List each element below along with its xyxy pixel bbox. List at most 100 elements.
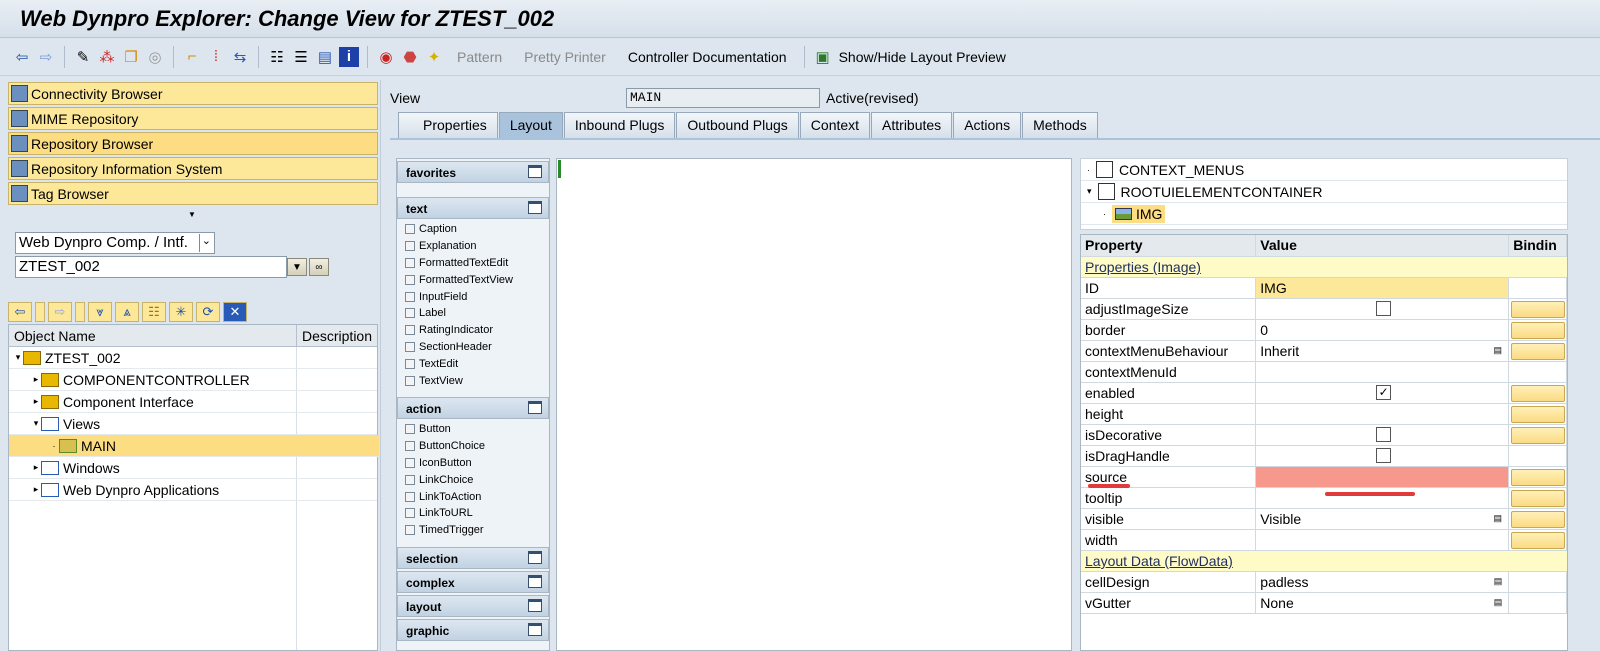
property-row-adjustimagesize[interactable]: adjustImageSize [1081,299,1567,320]
property-value[interactable]: Visible ▤ [1256,509,1509,529]
tab-properties[interactable]: Properties [398,112,498,138]
property-row-isdraghandle[interactable]: isDragHandle [1081,446,1567,467]
splitter[interactable] [380,80,384,651]
palette-item-linktoaction[interactable]: LinkToAction [397,488,549,505]
property-row-source[interactable]: source [1081,467,1567,488]
property-row-vgutter[interactable]: vGutter None ▤ [1081,593,1567,614]
tree-row-componentcontroller[interactable]: ▸ COMPONENTCONTROLLER [9,369,377,391]
nav-repository-info-system[interactable]: Repository Information System [8,157,378,180]
property-value[interactable]: padless ▤ [1256,572,1510,592]
binding-button[interactable] [1511,406,1565,423]
property-value[interactable] [1256,299,1509,319]
nav-connectivity-browser[interactable]: Connectivity Browser [8,82,378,105]
layout-icon[interactable]: ▤ [315,47,335,67]
property-row-isdecorative[interactable]: isDecorative [1081,425,1567,446]
magic-icon[interactable]: ✦ [424,47,444,67]
collapse-arrow-icon[interactable]: ▼ [188,210,196,219]
splitter[interactable] [1074,158,1078,651]
col-binding[interactable]: Bindin [1509,235,1567,256]
property-value[interactable]: IMG [1256,278,1510,298]
wand-icon[interactable]: ⁞ [206,47,226,67]
property-row-id[interactable]: ID IMG [1081,278,1567,299]
property-value[interactable]: 0 [1256,320,1509,340]
nav-mime-repository[interactable]: MIME Repository [8,107,378,130]
property-value[interactable] [1256,425,1509,445]
property-value[interactable] [1256,530,1509,550]
chevron-down-icon[interactable]: ⌄ [198,234,211,252]
property-value[interactable]: Inherit ▤ [1256,341,1509,361]
hierarchy-up-icon[interactable]: ⌐ [182,47,202,67]
edit-icon[interactable]: ✎ [73,47,93,67]
palette-item-timedtrigger[interactable]: TimedTrigger [397,522,549,539]
property-row-height[interactable]: height [1081,404,1567,425]
check-icon[interactable]: ◉ [376,47,396,67]
binding-button[interactable] [1511,532,1565,549]
forward-icon[interactable]: ⇨ [48,302,72,322]
copy-icon[interactable]: ❐ [121,47,141,67]
palette-group-layout[interactable]: layout [397,594,549,617]
value-help-icon[interactable]: ▤ [1493,513,1502,524]
palette-item-textview[interactable]: TextView [397,372,549,389]
hierarchy-icon[interactable]: ☷ [142,302,166,322]
tab-inbound-plugs[interactable]: Inbound Plugs [563,112,676,138]
binding-button[interactable] [1511,343,1565,360]
navigate-icon[interactable]: ⇆ [230,47,250,67]
tree-row-ztest[interactable]: ▾ ZTEST_002 [9,347,377,369]
palette-item-textedit[interactable]: TextEdit [397,355,549,372]
adjustImageSize-checkbox[interactable] [1376,301,1392,316]
palette-item-linkchoice[interactable]: LinkChoice [397,471,549,488]
binding-button[interactable] [1511,385,1565,402]
expand-icon[interactable] [528,574,542,588]
activate-icon[interactable]: ⁂ [97,47,117,67]
nav-repository-browser[interactable]: Repository Browser [8,132,378,155]
tree-row-applications[interactable]: ▸ Web Dynpro Applications [9,479,377,501]
tab-layout[interactable]: Layout [498,112,563,138]
tree-row-main[interactable]: · MAIN [9,435,379,457]
property-row-celldesign[interactable]: cellDesign padless ▤ [1081,572,1567,593]
object-type-select[interactable]: Web Dynpro Comp. / Intf. ⌄ [15,232,215,254]
tree-row-windows[interactable]: ▸ Windows [9,457,377,479]
back-menu-button[interactable] [35,302,45,322]
tab-context[interactable]: Context [799,112,871,138]
property-value[interactable]: ✓ [1256,383,1509,403]
property-value[interactable] [1256,362,1510,382]
property-row-tooltip[interactable]: tooltip [1081,488,1567,509]
isDecorative-checkbox[interactable] [1376,427,1392,442]
close-icon[interactable]: ✕ [223,302,247,322]
palette-item-inputfield[interactable]: InputField [397,288,549,305]
palette-item-linktourl[interactable]: LinkToURL [397,505,549,522]
stop-user-icon[interactable]: ⬣ [400,47,420,67]
binding-button[interactable] [1511,490,1565,507]
palette-item-iconbutton[interactable]: IconButton [397,455,549,472]
expand-icon[interactable] [528,550,542,564]
hier-img[interactable]: · IMG [1081,203,1567,225]
expand-icon[interactable] [528,598,542,612]
binding-button[interactable] [1511,469,1565,486]
col-value[interactable]: Value [1256,235,1510,256]
forward-menu-button[interactable] [75,302,85,322]
property-row-contextmenubehaviour[interactable]: contextMenuBehaviour Inherit ▤ [1081,341,1567,362]
isDragHandle-checkbox[interactable] [1376,448,1392,463]
layout-canvas[interactable] [556,158,1072,651]
group-layout-data[interactable]: Layout Data (FlowData) [1081,551,1567,572]
tree-row-views[interactable]: ▾ Views [9,413,377,435]
binding-button[interactable] [1511,301,1565,318]
palette-item-explanation[interactable]: Explanation [397,238,549,255]
nav-tag-browser[interactable]: Tag Browser [8,182,378,205]
palette-group-text[interactable]: text [397,197,549,219]
palette-item-sectionheader[interactable]: SectionHeader [397,339,549,356]
palette-item-button[interactable]: Button [397,421,549,438]
object-name-input[interactable]: ZTEST_002 [15,256,287,278]
tab-actions[interactable]: Actions [953,112,1022,138]
palette-item-ratingindicator[interactable]: RatingIndicator [397,322,549,339]
palette-item-buttonchoice[interactable]: ButtonChoice [397,438,549,455]
property-value[interactable] [1256,446,1510,466]
layout-preview-icon[interactable]: ▣ [813,47,833,67]
property-row-border[interactable]: border 0 [1081,320,1567,341]
value-help-icon[interactable]: ▤ [1494,597,1503,608]
tab-attributes[interactable]: Attributes [871,112,953,138]
property-row-enabled[interactable]: enabled ✓ [1081,383,1567,404]
pattern-button[interactable]: Pattern [448,49,511,65]
palette-item-formattedtextview[interactable]: FormattedTextView [397,271,549,288]
hier-context-menus[interactable]: · CONTEXT_MENUS [1081,159,1567,181]
